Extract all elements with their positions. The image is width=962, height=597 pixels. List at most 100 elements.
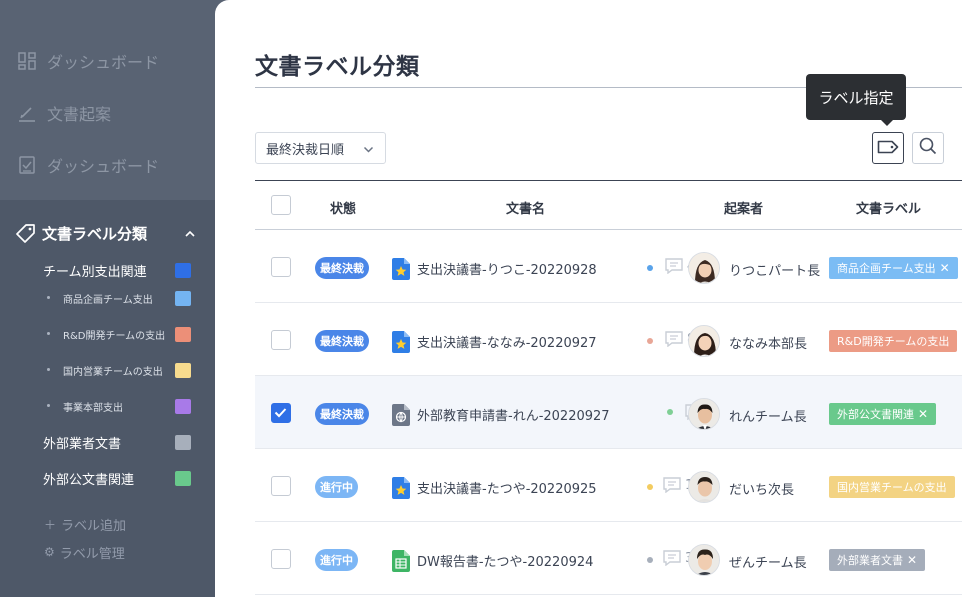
column-header-label[interactable]: 文書ラベル	[856, 198, 921, 217]
sheet-doc-icon	[392, 550, 410, 572]
document-name-link[interactable]: DW報告書-たつや-20220924	[417, 551, 593, 570]
document-name-link[interactable]: 支出決議書-たつや-20220925	[417, 478, 597, 497]
tooltip: ラベル指定	[806, 74, 906, 126]
select-all-checkbox[interactable]	[271, 195, 291, 215]
chevron-down-icon	[363, 144, 374, 159]
avatar	[688, 398, 720, 430]
sidebar-label-product-planning[interactable]: 商品企画チーム支出	[43, 289, 191, 307]
label-color-swatch	[175, 471, 191, 486]
table-row[interactable]: 進行中 DW報告書-たつや-20220924 32 ぜんチーム長 外部業者文書 …	[255, 522, 962, 595]
tag-icon	[16, 223, 36, 243]
status-badge: 進行中	[315, 549, 358, 571]
row-checkbox[interactable]	[271, 403, 291, 423]
close-icon[interactable]: ✕	[907, 553, 917, 567]
author-name: ななみ本部長	[729, 337, 808, 352]
label-name: 国内営業チームの支出	[63, 366, 163, 378]
document-name-link[interactable]: 支出決議書-りつこ-20220928	[417, 259, 597, 278]
document-label-tag: 外部業者文書 ✕	[829, 549, 926, 571]
chevron-up-icon[interactable]	[184, 226, 196, 244]
sidebar-label-domestic-sales[interactable]: 国内営業チームの支出	[43, 361, 191, 379]
status-dot	[647, 557, 653, 563]
column-header-status[interactable]: 状態	[330, 198, 356, 217]
sidebar-label-rnd[interactable]: R&D開発チームの支出	[43, 325, 191, 343]
label-tag-text: R&D開発チームの支出	[837, 335, 950, 348]
status-badge: 最終決裁	[315, 257, 369, 279]
row-checkbox[interactable]	[271, 330, 291, 350]
row-checkbox[interactable]	[271, 549, 291, 569]
label-name: 商品企画チーム支出	[63, 294, 153, 306]
sidebar-label-external-official[interactable]: 外部公文書関連	[43, 469, 191, 488]
sidebar-item-dashboard[interactable]: ダッシュボード	[18, 48, 159, 74]
dashboard-icon	[18, 52, 36, 70]
bullet	[47, 368, 50, 371]
close-icon[interactable]: ✕	[940, 261, 950, 275]
sidebar-item-label: ダッシュボード	[47, 53, 160, 72]
label-tag-text: 外部公文書関連	[837, 408, 914, 421]
bullet	[47, 296, 50, 299]
sidebar-label-team-expense[interactable]: チーム別支出関連	[43, 261, 191, 280]
search-button[interactable]	[912, 132, 944, 164]
avatar	[688, 544, 720, 576]
label-color-swatch	[175, 291, 191, 306]
table-row[interactable]: 最終決裁 支出決議書-りつこ-20220928 4 りつこパート長 商品企画チー…	[255, 230, 962, 303]
label-color-swatch	[175, 363, 191, 378]
sidebar-item-draft[interactable]: 文書起案	[18, 100, 111, 126]
label-name: チーム別支出関連	[43, 264, 147, 280]
label-name: 外部業者文書	[43, 436, 122, 452]
label-name: 事業本部支出	[63, 402, 123, 414]
author-name: だいち次長	[729, 483, 795, 498]
sidebar-item-dashboard-2[interactable]: ダッシュボード	[18, 152, 159, 178]
document-label-tag: 国内営業チームの支出	[829, 476, 955, 498]
pen-icon	[18, 104, 36, 122]
add-label-text: ラベル追加	[61, 518, 127, 534]
table-row[interactable]: 最終決裁 支出決議書-ななみ-20220927 8 ななみ本部長 R&D開発チー…	[255, 303, 962, 376]
avatar	[688, 325, 720, 357]
sidebar-item-label: 文書起案	[47, 105, 112, 124]
manage-label-button[interactable]: ⚙ ラベル管理	[44, 544, 125, 562]
status-badge: 進行中	[315, 476, 358, 498]
document-name-link[interactable]: 支出決議書-ななみ-20220927	[417, 332, 597, 351]
avatar	[688, 252, 720, 284]
comment-icon	[665, 258, 683, 274]
label-color-swatch	[175, 435, 191, 450]
add-label-button[interactable]: ＋ ラベル追加	[44, 516, 127, 534]
table-row[interactable]: 進行中 支出決議書-たつや-20220925 12 だいち次長 国内営業チームの…	[255, 449, 962, 522]
close-icon[interactable]: ✕	[918, 407, 928, 421]
sort-selected-value: 最終決裁日順	[266, 142, 345, 158]
document-name-link[interactable]: 外部教育申請書-れん-20220927	[417, 405, 610, 424]
column-header-doc-name[interactable]: 文書名	[506, 198, 545, 217]
sidebar-item-label: ダッシュボード	[47, 157, 160, 176]
avatar	[688, 471, 720, 503]
status-badge: 最終決裁	[315, 330, 369, 352]
label-tag-text: 国内営業チームの支出	[837, 481, 947, 494]
sidebar-label-division[interactable]: 事業本部支出	[43, 397, 191, 415]
label-tag-text: 外部業者文書	[837, 554, 903, 567]
label-color-swatch	[175, 399, 191, 414]
manage-label-text: ラベル管理	[59, 546, 125, 562]
sort-select[interactable]: 最終決裁日順	[255, 132, 386, 164]
star-doc-icon	[392, 331, 410, 353]
row-checkbox[interactable]	[271, 476, 291, 496]
documents-table: 状態 文書名 起案者 文書ラベル 最終決裁 支出決議書-りつこ-20220928…	[255, 180, 962, 595]
row-checkbox[interactable]	[271, 257, 291, 277]
status-dot	[647, 338, 653, 344]
page-title: 文書ラベル分類	[255, 54, 420, 80]
sidebar-label-vendor-docs[interactable]: 外部業者文書	[43, 433, 191, 452]
author-name: ぜんチーム長	[729, 556, 807, 571]
label-name: R&D開発チームの支出	[63, 330, 166, 342]
comment-icon	[663, 550, 681, 566]
document-label-tag: 商品企画チーム支出 ✕	[829, 257, 958, 279]
label-icon	[877, 139, 899, 158]
comment-icon	[665, 331, 683, 347]
globe-doc-icon	[392, 404, 410, 426]
assign-label-button[interactable]	[872, 132, 904, 164]
status-dot	[667, 409, 673, 415]
status-dot	[647, 484, 653, 490]
gear-icon: ⚙	[44, 545, 55, 559]
label-color-swatch	[175, 263, 191, 278]
table-row[interactable]: 最終決裁 外部教育申請書-れん-20220927 8 れんチーム長 外部公文書関…	[255, 376, 962, 449]
column-header-author[interactable]: 起案者	[724, 198, 763, 217]
label-section-header[interactable]: 文書ラベル分類	[16, 220, 196, 246]
search-icon	[919, 137, 937, 159]
author-name: りつこパート長	[729, 264, 821, 279]
